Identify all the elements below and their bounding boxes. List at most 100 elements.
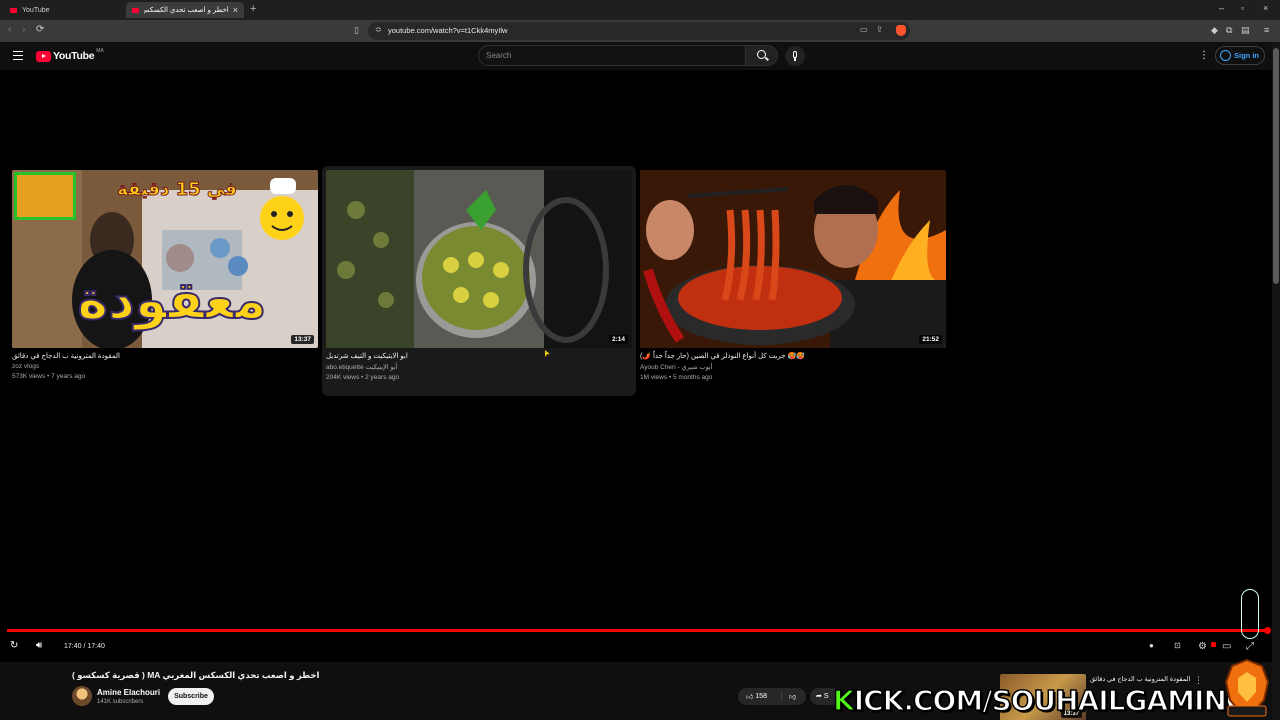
new-tab-button[interactable]: + bbox=[250, 3, 256, 15]
video-title[interactable]: المقودة المترونية ب الدجاج في دقائق bbox=[12, 352, 318, 360]
autoplay-toggle-icon[interactable]: ● bbox=[1149, 641, 1154, 650]
youtube-favicon-icon bbox=[132, 7, 139, 13]
video-title[interactable]: جربت كل أنواع النودلز في الصين (حار جداً… bbox=[640, 352, 946, 360]
back-icon[interactable]: ‹ bbox=[8, 24, 11, 35]
share-icon: ➦ bbox=[816, 693, 822, 700]
site-info-icon[interactable]: ≎ bbox=[375, 25, 382, 34]
url-text: youtube.com/watch?v=t1Ckk4myIlw bbox=[388, 26, 508, 35]
next-video-title[interactable]: المقودة المترونية ب الدجاج في دقائق bbox=[1090, 675, 1190, 683]
microphone-icon bbox=[793, 51, 797, 58]
thumbnail-image bbox=[640, 170, 946, 348]
close-window-icon[interactable]: × bbox=[1263, 3, 1268, 13]
view-count: 1M views bbox=[640, 374, 668, 381]
replay-icon[interactable]: ↻ bbox=[10, 640, 18, 651]
video-title[interactable]: ابو الايتيكيت و التيف شرتديل bbox=[326, 352, 632, 360]
youtube-favicon-icon bbox=[10, 7, 17, 13]
search-icon bbox=[757, 50, 766, 59]
like-count: 158 bbox=[755, 693, 767, 700]
end-screen-video-card[interactable]: 2:14 ابو الايتيكيت و التيف شرتديل abo.et… bbox=[322, 166, 636, 396]
search-button[interactable] bbox=[745, 45, 778, 66]
channel-name[interactable]: abo.etiquette أبو الإيتيكيت bbox=[326, 363, 632, 371]
tab-label: YouTube bbox=[22, 6, 50, 14]
video-meta: 204K views • 2 years ago bbox=[326, 374, 400, 381]
scrollbar-thumb[interactable] bbox=[1273, 48, 1279, 284]
streamer-logo-icon bbox=[1241, 589, 1259, 639]
youtube-logo[interactable]: YouTube MA bbox=[36, 48, 104, 62]
browser-tab-strip: YouTube اخطر و اصعب تحدي الكسكس الم × + … bbox=[0, 0, 1280, 20]
search-box[interactable] bbox=[478, 45, 746, 66]
bookmark-icon[interactable]: ▯ bbox=[354, 25, 359, 36]
close-tab-icon[interactable]: × bbox=[233, 5, 238, 15]
share-page-icon[interactable]: ⇪ bbox=[876, 25, 883, 34]
view-count: 573K views bbox=[12, 373, 46, 380]
subscribe-button[interactable]: Subscribe bbox=[168, 688, 214, 705]
video-thumbnail[interactable]: 2:14 bbox=[326, 170, 632, 348]
video-duration: 13:37 bbox=[291, 335, 314, 344]
settings-gear-icon[interactable]: ⚙︎ bbox=[1198, 641, 1207, 652]
thumbnail-image bbox=[326, 170, 632, 348]
fullscreen-icon[interactable]: ⤢ bbox=[1246, 641, 1254, 652]
thumb-overlay-title: معقودة bbox=[78, 271, 267, 331]
thumbs-down-icon: 👎︎ bbox=[789, 694, 797, 701]
youtube-masthead: YouTube MA ⋮ Sign in bbox=[0, 42, 1280, 70]
search-input[interactable] bbox=[486, 51, 736, 60]
progress-bar[interactable] bbox=[7, 629, 1269, 632]
browser-tab-youtube[interactable]: YouTube bbox=[4, 2, 122, 18]
guide-menu-icon[interactable] bbox=[13, 51, 23, 60]
channel-name[interactable]: Amine Elachouri bbox=[97, 688, 160, 697]
upload-age: 2 years ago bbox=[365, 374, 400, 381]
logo-wordmark: YouTube bbox=[53, 50, 95, 62]
forward-icon[interactable]: › bbox=[22, 24, 25, 35]
sign-in-button[interactable]: Sign in bbox=[1215, 46, 1265, 65]
video-thumbnail[interactable]: 21:52 bbox=[640, 170, 946, 348]
cast-icon[interactable]: ▭ bbox=[860, 25, 868, 34]
video-thumbnail[interactable]: في 15 دقيقة معقودة 13:37 bbox=[12, 170, 318, 348]
youtube-play-icon bbox=[36, 50, 51, 62]
browser-tab-video[interactable]: اخطر و اصعب تحدي الكسكس الم × bbox=[126, 2, 244, 18]
end-screen-video-card[interactable]: في 15 دقيقة معقودة 13:37 المقودة المترون… bbox=[12, 170, 318, 380]
browser-menu-icon[interactable]: ≡ bbox=[1264, 25, 1269, 35]
theater-mode-icon[interactable]: ▭ bbox=[1222, 641, 1231, 652]
minimize-icon[interactable]: – bbox=[1219, 3, 1224, 13]
upload-age: 7 years ago bbox=[51, 373, 86, 380]
sign-in-label: Sign in bbox=[1234, 51, 1259, 60]
country-code: MA bbox=[96, 48, 104, 54]
video-meta: 1M views • 5 months ago bbox=[640, 374, 713, 381]
channel-avatar[interactable] bbox=[72, 686, 92, 706]
video-meta: 573K views • 7 years ago bbox=[12, 373, 86, 380]
extensions-icon[interactable]: ⧉ bbox=[1226, 25, 1232, 36]
kick-watermark: KICK.COM/SOUHAILGAMING bbox=[832, 683, 1249, 718]
lion-mascot-icon bbox=[1224, 658, 1270, 717]
thumbs-up-icon: 👍︎ bbox=[746, 694, 754, 701]
voice-search-button[interactable] bbox=[785, 46, 805, 66]
end-screen-video-card[interactable]: 21:52 جربت كل أنواع النودلز في الصين (حا… bbox=[640, 170, 946, 381]
brave-shields-icon[interactable] bbox=[896, 25, 906, 36]
time-display: 17:40 / 17:40 bbox=[64, 643, 105, 650]
restore-icon[interactable]: ▫ bbox=[1241, 3, 1244, 13]
like-button[interactable]: 👍︎ 158 bbox=[738, 692, 782, 701]
dislike-button[interactable]: 👎︎ bbox=[782, 692, 796, 701]
browser-toolbar: ‹ › ⟳ ▯ ≎ youtube.com/watch?v=t1Ckk4myIl… bbox=[0, 20, 1280, 42]
subscriber-count: 141K subscribers bbox=[97, 699, 144, 705]
video-duration: 21:52 bbox=[919, 335, 942, 344]
video-page-title: ( قصرية كسكسو ) MA اخطر و اصعب تحدي الكس… bbox=[72, 670, 320, 680]
volume-icon[interactable]: 🔊︎ bbox=[36, 640, 42, 651]
channel-name[interactable]: zoz vlogs bbox=[12, 363, 318, 370]
hd-badge bbox=[1211, 642, 1216, 647]
account-icon bbox=[1220, 50, 1231, 61]
thumb-overlay-sub: في 15 دقيقة bbox=[117, 179, 237, 200]
channel-name[interactable]: Ayoub Cheri - أيوب شيري bbox=[640, 363, 946, 371]
sidebar-icon[interactable]: ▤ bbox=[1241, 25, 1250, 36]
address-bar[interactable]: ≎ youtube.com/watch?v=t1Ckk4myIlw ▭ ⇪ bbox=[368, 22, 910, 40]
settings-menu-icon[interactable]: ⋮ bbox=[1199, 50, 1209, 61]
rewards-icon[interactable]: ◆ bbox=[1211, 25, 1218, 36]
progress-scrubber[interactable] bbox=[1264, 627, 1271, 634]
thumbnail-image: في 15 دقيقة معقودة bbox=[12, 170, 318, 348]
tab-label: اخطر و اصعب تحدي الكسكس الم bbox=[144, 7, 229, 14]
like-dislike-group: 👍︎ 158 👎︎ bbox=[738, 688, 806, 705]
video-duration: 2:14 bbox=[608, 335, 628, 344]
view-count: 204K views bbox=[326, 374, 360, 381]
share-label: S bbox=[823, 693, 829, 700]
captions-icon[interactable]: ⊡ bbox=[1174, 641, 1181, 650]
reload-icon[interactable]: ⟳ bbox=[36, 24, 44, 35]
